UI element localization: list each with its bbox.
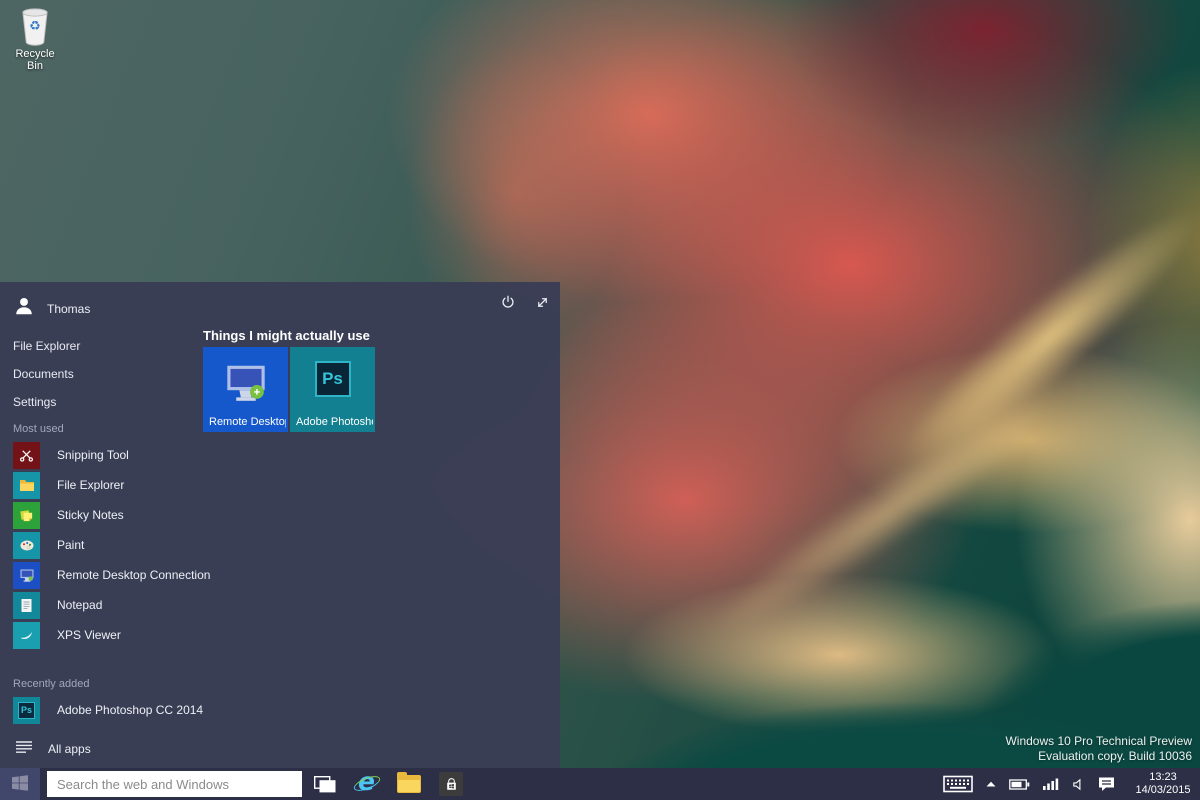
tile-adobe-photoshop[interactable]: Ps Adobe Photoshop — [290, 347, 375, 432]
recently-added-list: Ps Adobe Photoshop CC 2014 — [0, 695, 260, 725]
action-center-icon[interactable] — [1098, 776, 1115, 792]
app-label: Snipping Tool — [57, 448, 129, 462]
search-input[interactable] — [47, 771, 302, 797]
power-button[interactable] — [497, 291, 519, 313]
tile-label: Remote Desktop — [209, 416, 286, 428]
watermark-line-2: Evaluation copy. Build 10036 — [1005, 749, 1192, 764]
photoshop-icon: Ps — [13, 697, 40, 724]
folder-icon — [397, 775, 421, 793]
remote-desktop-icon — [203, 361, 288, 405]
touch-keyboard-icon[interactable] — [943, 775, 973, 793]
app-item-remote-desktop-connection[interactable]: Remote Desktop Connection — [0, 560, 200, 590]
app-item-snipping-tool[interactable]: Snipping Tool — [0, 440, 200, 470]
nav-item-file-explorer[interactable]: File Explorer — [0, 332, 195, 360]
recycle-bin-label: Recycle Bin — [6, 48, 64, 72]
app-label: Sticky Notes — [57, 508, 124, 522]
user-account-button[interactable]: Thomas — [13, 295, 90, 322]
build-watermark: Windows 10 Pro Technical Preview Evaluat… — [1005, 734, 1192, 764]
list-icon — [15, 740, 33, 757]
folder-icon — [13, 472, 40, 499]
app-item-file-explorer[interactable]: File Explorer — [0, 470, 200, 500]
recycle-bin-icon: ♻ — [18, 6, 52, 46]
expand-start-menu-button[interactable] — [531, 291, 553, 313]
app-item-notepad[interactable]: Notepad — [0, 590, 200, 620]
desktop: ♻ Recycle Bin Windows 10 Pro Technical P… — [0, 0, 1200, 800]
internet-explorer-icon: e — [354, 771, 380, 797]
store-icon — [439, 772, 463, 796]
recently-added-header: Recently added — [13, 678, 89, 690]
store-button[interactable] — [434, 768, 468, 800]
photoshop-logo: Ps — [18, 702, 35, 719]
taskbar-clock[interactable]: 13:23 14/03/2015 — [1128, 771, 1198, 797]
user-name: Thomas — [47, 302, 90, 316]
nav-item-settings[interactable]: Settings — [0, 388, 195, 416]
remote-desktop-icon — [13, 562, 40, 589]
all-apps-button[interactable]: All apps — [0, 734, 200, 763]
clock-time: 13:23 — [1128, 771, 1198, 784]
user-avatar-icon — [13, 295, 35, 322]
battery-icon[interactable] — [1009, 779, 1030, 790]
taskbar: e — [0, 768, 1200, 800]
recycle-bin-shortcut[interactable]: ♻ Recycle Bin — [6, 6, 64, 72]
start-quick-nav: File Explorer Documents Settings — [0, 332, 195, 416]
paint-palette-icon — [13, 532, 40, 559]
tile-group-header: Things I might actually use — [203, 328, 370, 343]
most-used-header: Most used — [13, 423, 64, 435]
app-item-xps-viewer[interactable]: XPS Viewer — [0, 620, 200, 650]
start-menu: Thomas File Explorer Documents Settings … — [0, 282, 560, 768]
app-label: Remote Desktop Connection — [57, 568, 210, 582]
recycle-symbol-icon: ♻ — [18, 19, 52, 34]
internet-explorer-button[interactable]: e — [350, 768, 384, 800]
app-label: Notepad — [57, 598, 102, 612]
nav-item-documents[interactable]: Documents — [0, 360, 195, 388]
windows-logo-icon — [12, 775, 28, 794]
clock-date: 14/03/2015 — [1128, 784, 1198, 797]
sticky-notes-icon — [13, 502, 40, 529]
notepad-icon — [13, 592, 40, 619]
volume-icon[interactable] — [1072, 778, 1085, 791]
file-explorer-button[interactable] — [392, 768, 426, 800]
app-label: Paint — [57, 538, 84, 552]
show-hidden-icons-chevron[interactable] — [986, 781, 996, 787]
app-label: XPS Viewer — [57, 628, 121, 642]
app-item-paint[interactable]: Paint — [0, 530, 200, 560]
app-item-sticky-notes[interactable]: Sticky Notes — [0, 500, 200, 530]
app-label: File Explorer — [57, 478, 124, 492]
system-tray: 13:23 14/03/2015 — [943, 768, 1198, 800]
photoshop-icon: Ps — [290, 361, 375, 397]
start-button[interactable] — [0, 768, 40, 800]
app-item-adobe-photoshop[interactable]: Ps Adobe Photoshop CC 2014 — [0, 695, 260, 725]
all-apps-label: All apps — [48, 742, 91, 756]
network-signal-icon[interactable] — [1043, 778, 1059, 790]
tile-label: Adobe Photoshop — [296, 416, 373, 428]
app-label: Adobe Photoshop CC 2014 — [57, 703, 203, 717]
scissors-icon — [13, 442, 40, 469]
photoshop-logo: Ps — [315, 361, 351, 397]
watermark-line-1: Windows 10 Pro Technical Preview — [1005, 734, 1192, 749]
tile-remote-desktop[interactable]: Remote Desktop — [203, 347, 288, 432]
most-used-list: Snipping Tool File Explorer — [0, 440, 200, 650]
xps-icon — [13, 622, 40, 649]
task-view-button[interactable] — [308, 768, 342, 800]
